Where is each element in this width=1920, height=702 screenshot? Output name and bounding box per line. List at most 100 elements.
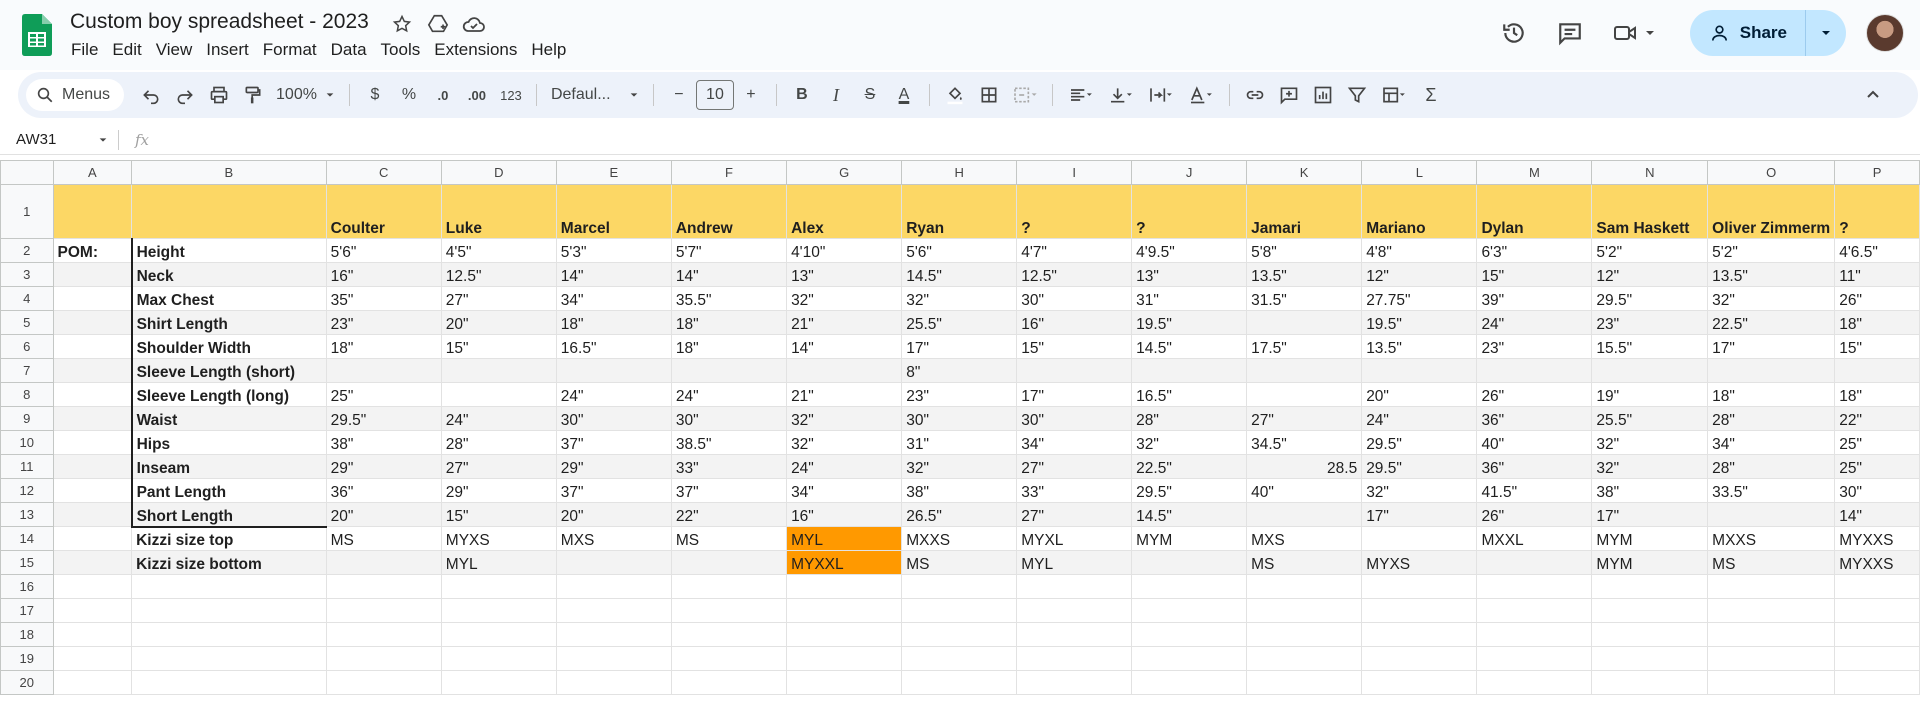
- borders-icon[interactable]: [974, 78, 1004, 112]
- cell-l10[interactable]: 29.5": [1361, 430, 1478, 455]
- comments-icon[interactable]: [1550, 13, 1590, 53]
- cell-i6[interactable]: 15": [1016, 334, 1133, 359]
- cell-m16[interactable]: [1476, 574, 1593, 599]
- cell-g13[interactable]: 16": [786, 502, 903, 527]
- cell-c7[interactable]: [325, 358, 442, 383]
- vertical-align-icon[interactable]: [1103, 78, 1139, 112]
- cell-f10[interactable]: 38.5": [670, 430, 788, 455]
- cell-o9[interactable]: 28": [1707, 406, 1836, 431]
- cell-j15[interactable]: [1131, 550, 1248, 575]
- row-header[interactable]: 3: [0, 262, 54, 287]
- cell-d8[interactable]: [440, 382, 557, 407]
- insert-chart-icon[interactable]: [1308, 78, 1338, 112]
- cell-f11[interactable]: 33": [670, 454, 788, 479]
- cell-n2[interactable]: 5'2": [1591, 238, 1709, 263]
- cell-m14[interactable]: MXXL: [1476, 526, 1593, 551]
- sheets-logo-icon[interactable]: [22, 14, 52, 56]
- filter-views-icon[interactable]: [1376, 78, 1412, 112]
- cell-j14[interactable]: MYM: [1131, 526, 1248, 551]
- cell-p7[interactable]: [1834, 358, 1920, 383]
- cell-i17[interactable]: [1016, 598, 1133, 623]
- cell-h3[interactable]: 14.5": [901, 262, 1018, 287]
- cell-g14[interactable]: MYL: [786, 526, 903, 551]
- cell-l16[interactable]: [1361, 574, 1478, 599]
- cell-k1[interactable]: Jamari: [1246, 184, 1363, 239]
- cell-p5[interactable]: 18": [1834, 310, 1920, 335]
- row-header[interactable]: 10: [0, 430, 54, 455]
- share-dropdown[interactable]: [1806, 10, 1846, 56]
- cell-c13[interactable]: 20": [325, 502, 442, 527]
- cell-a9[interactable]: [52, 406, 133, 431]
- cell-n8[interactable]: 19": [1591, 382, 1709, 407]
- cell-n18[interactable]: [1591, 622, 1709, 647]
- cell-m20[interactable]: [1476, 670, 1593, 695]
- cell-e14[interactable]: MXS: [555, 526, 672, 551]
- cell-k14[interactable]: MXS: [1246, 526, 1363, 551]
- cell-c15[interactable]: [325, 550, 442, 575]
- cell-m18[interactable]: [1476, 622, 1593, 647]
- cell-h6[interactable]: 17": [901, 334, 1018, 359]
- cell-i2[interactable]: 4'7": [1016, 238, 1133, 263]
- cell-b10[interactable]: Hips: [130, 430, 327, 455]
- cell-n3[interactable]: 12": [1591, 262, 1709, 287]
- cell-l19[interactable]: [1361, 646, 1478, 671]
- cell-a13[interactable]: [52, 502, 133, 527]
- cell-e3[interactable]: 14": [555, 262, 672, 287]
- cell-k2[interactable]: 5'8": [1246, 238, 1363, 263]
- cell-h5[interactable]: 25.5": [901, 310, 1018, 335]
- cell-o15[interactable]: MS: [1707, 550, 1836, 575]
- cell-d11[interactable]: 27": [440, 454, 557, 479]
- cell-k19[interactable]: [1246, 646, 1363, 671]
- cell-i13[interactable]: 27": [1016, 502, 1133, 527]
- cell-h11[interactable]: 32": [901, 454, 1018, 479]
- cell-b16[interactable]: [131, 574, 327, 599]
- cell-m6[interactable]: 23": [1476, 334, 1593, 359]
- cell-b18[interactable]: [131, 622, 327, 647]
- formula-input[interactable]: [149, 125, 1920, 154]
- cell-h1[interactable]: Ryan: [901, 184, 1018, 239]
- cell-g2[interactable]: 4'10": [786, 238, 903, 263]
- menu-data[interactable]: Data: [324, 40, 374, 60]
- row-header[interactable]: 16: [0, 574, 54, 599]
- cell-e11[interactable]: 29": [555, 454, 672, 479]
- cell-f16[interactable]: [670, 574, 788, 599]
- cell-f4[interactable]: 35.5": [670, 286, 788, 311]
- cell-n14[interactable]: MYM: [1591, 526, 1709, 551]
- cell-o10[interactable]: 34": [1707, 430, 1836, 455]
- horizontal-align-icon[interactable]: [1063, 78, 1099, 112]
- cell-n5[interactable]: 23": [1591, 310, 1709, 335]
- cell-p1[interactable]: ?: [1834, 184, 1920, 239]
- functions-button[interactable]: Σ: [1416, 78, 1446, 112]
- row-header[interactable]: 20: [0, 670, 54, 695]
- cell-d19[interactable]: [440, 646, 557, 671]
- decrease-decimal-button[interactable]: .0: [428, 78, 458, 112]
- strikethrough-button[interactable]: S: [855, 78, 885, 112]
- cell-e15[interactable]: [555, 550, 672, 575]
- cell-i4[interactable]: 30": [1016, 286, 1133, 311]
- row-header[interactable]: 4: [0, 286, 54, 311]
- cell-h18[interactable]: [901, 622, 1018, 647]
- cell-a17[interactable]: [52, 598, 133, 623]
- cell-a11[interactable]: [52, 454, 133, 479]
- cell-i5[interactable]: 16": [1016, 310, 1133, 335]
- cell-c1[interactable]: Coulter: [325, 184, 442, 239]
- cell-n4[interactable]: 29.5": [1591, 286, 1709, 311]
- cell-d12[interactable]: 29": [440, 478, 557, 503]
- cell-p2[interactable]: 4'6.5": [1834, 238, 1920, 263]
- cell-g16[interactable]: [786, 574, 903, 599]
- cell-c3[interactable]: 16": [325, 262, 442, 287]
- cell-c20[interactable]: [325, 670, 442, 695]
- row-header[interactable]: 14: [0, 526, 54, 551]
- cell-m3[interactable]: 15": [1476, 262, 1593, 287]
- star-icon[interactable]: [390, 12, 414, 36]
- font-select[interactable]: Defaul...: [547, 78, 643, 112]
- cell-p4[interactable]: 26": [1834, 286, 1920, 311]
- cell-h9[interactable]: 30": [901, 406, 1018, 431]
- cell-l9[interactable]: 24": [1361, 406, 1478, 431]
- cell-h16[interactable]: [901, 574, 1018, 599]
- cell-o8[interactable]: 18": [1707, 382, 1836, 407]
- cell-c12[interactable]: 36": [325, 478, 442, 503]
- cell-n16[interactable]: [1591, 574, 1709, 599]
- cell-f20[interactable]: [670, 670, 788, 695]
- cell-h17[interactable]: [901, 598, 1018, 623]
